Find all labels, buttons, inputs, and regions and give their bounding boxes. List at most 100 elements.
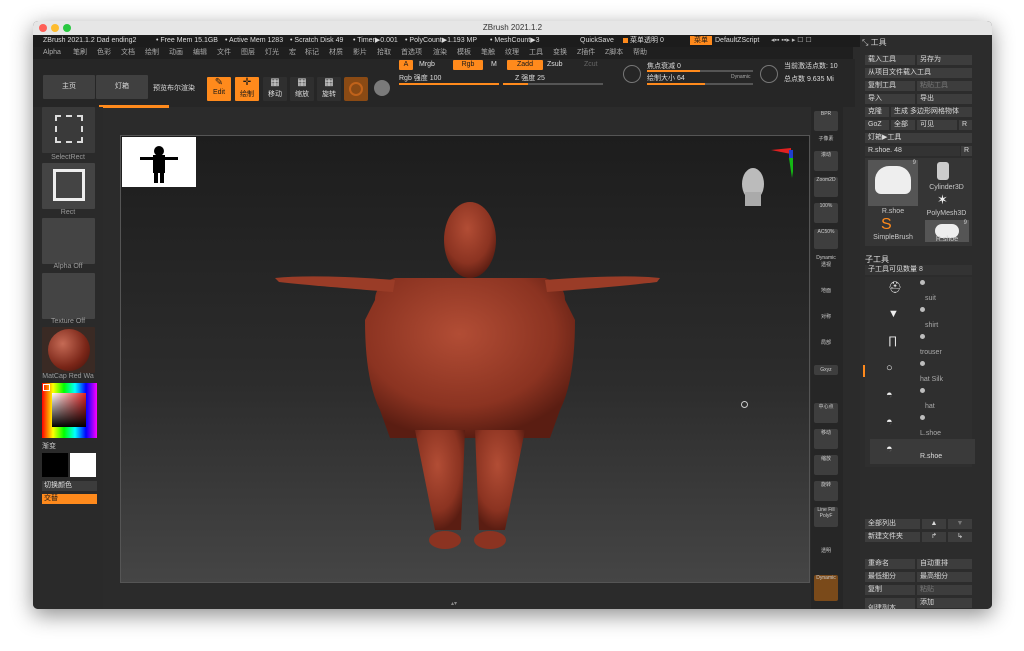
minimize-window-button[interactable]	[51, 24, 59, 32]
menu-movie-anim[interactable]: 动画	[169, 47, 183, 59]
menu-tool[interactable]: 工具	[529, 47, 543, 59]
save-as-button[interactable]: 另存为	[917, 55, 972, 65]
dynamic-toggle[interactable]: Dynamic	[731, 74, 750, 80]
rotate-view-button[interactable]: 旋转	[814, 481, 838, 501]
all-button[interactable]: 全部	[891, 120, 915, 130]
arrow-down-icon[interactable]: ↳	[948, 532, 972, 542]
menu-transform[interactable]: 变换	[553, 47, 567, 59]
r2-button[interactable]: R	[961, 146, 972, 156]
simplebrush-icon[interactable]: S	[881, 216, 892, 234]
eye-icon[interactable]	[920, 280, 925, 285]
character-model[interactable]	[275, 200, 665, 552]
append-button[interactable]: 添加	[917, 598, 972, 608]
move-button[interactable]: ▦ 移动	[263, 77, 287, 101]
move-down-icon[interactable]: ▼	[948, 519, 972, 529]
rgb-intensity-slider[interactable]: Rgb 强度 100	[399, 73, 441, 83]
alternate-button[interactable]: 交替	[42, 494, 97, 504]
select-rect-thumb[interactable]	[42, 107, 95, 153]
auto-reorder-button[interactable]: 自动重排	[917, 559, 972, 569]
quicksave-button[interactable]: QuickSave	[580, 35, 614, 47]
s-icon[interactable]	[623, 65, 641, 83]
menu-stencil[interactable]: 模板	[457, 47, 471, 59]
current-tool-slider[interactable]: R.shoe. 48	[865, 146, 960, 156]
list-all-button[interactable]: 全部列出	[865, 519, 920, 529]
menu-color[interactable]: 色彩	[97, 47, 111, 59]
polymesh-star-icon[interactable]: ✶	[937, 192, 948, 208]
eye-icon[interactable]	[920, 307, 925, 312]
menu-render[interactable]: 渲染	[433, 47, 447, 59]
menu-help[interactable]: 帮助	[633, 47, 647, 59]
menu-layer[interactable]: 图层	[241, 47, 255, 59]
m-button[interactable]: M	[491, 61, 497, 68]
goz-button[interactable]: GoZ	[865, 120, 889, 130]
color-picker-square[interactable]	[52, 393, 86, 427]
rgb-button[interactable]: Rgb	[453, 60, 483, 70]
visible-button[interactable]: 可见	[917, 120, 957, 130]
edit-button[interactable]: ✎ Edit	[207, 77, 231, 101]
zoom2d-button[interactable]: Zoom2D	[814, 177, 838, 197]
load-tool-button[interactable]: 载入工具	[865, 55, 915, 65]
d-icon[interactable]	[760, 65, 778, 83]
r-button[interactable]: R	[959, 120, 972, 130]
rgb-intensity-track[interactable]	[399, 83, 499, 85]
paste-button[interactable]: 粘贴	[917, 585, 972, 595]
cylinder-icon[interactable]	[937, 162, 949, 180]
menu-draw[interactable]: 绘制	[145, 47, 159, 59]
secondary-color-swatch[interactable]	[70, 453, 96, 477]
orientation-head-icon[interactable]	[733, 148, 793, 214]
arrow-up-icon[interactable]: ↱	[922, 532, 946, 542]
floor-button[interactable]: 地面	[814, 287, 838, 307]
clone-button[interactable]: 克隆	[865, 107, 889, 117]
new-folder-button[interactable]: 新建文件夹	[865, 532, 920, 542]
copy-tool-button[interactable]: 复制工具	[865, 81, 915, 91]
eye-icon[interactable]	[920, 388, 925, 393]
menu-file[interactable]: 文件	[217, 47, 231, 59]
local-button[interactable]: 局部	[814, 339, 838, 359]
bottom-handle[interactable]: ▴▾	[418, 601, 490, 607]
eye-icon[interactable]	[920, 415, 925, 420]
default-zscript-button[interactable]: DefaultZScript	[715, 35, 759, 47]
menu-marker[interactable]: 标记	[305, 47, 319, 59]
menu-zscript[interactable]: Z脚本	[605, 47, 623, 59]
menu-transparency-slider[interactable]: 菜单透明 0	[630, 35, 664, 47]
eye-icon[interactable]	[920, 361, 925, 366]
subtool-scroll-indicator[interactable]	[863, 365, 865, 377]
yin-yang-icon[interactable]	[374, 80, 390, 96]
menu-macro[interactable]: 宏	[289, 47, 296, 59]
menu-preferences[interactable]: 首选项	[401, 47, 422, 59]
half-size-button[interactable]: AC50%	[814, 229, 838, 249]
preview-boolean-button[interactable]: 预览布尔渲染	[153, 83, 195, 93]
menu-brush[interactable]: 笔刷	[73, 47, 87, 59]
rename-button[interactable]: 重命名	[865, 559, 915, 569]
eye-icon[interactable]	[920, 334, 925, 339]
zadd-button[interactable]: Zadd	[507, 60, 543, 70]
lightbox-tools-button[interactable]: 灯箱▶工具	[865, 133, 972, 143]
document-canvas[interactable]	[120, 135, 810, 583]
zoom-window-button[interactable]	[63, 24, 71, 32]
focal-shift-track[interactable]	[647, 70, 753, 72]
menu-picker[interactable]: 拾取	[377, 47, 391, 59]
duplicate-button[interactable]: 创建副本	[865, 598, 915, 609]
bpr-button[interactable]: BPR	[814, 111, 838, 131]
subpixel-button[interactable]: 子像素	[814, 135, 838, 145]
import-button[interactable]: 导入	[865, 94, 915, 104]
gxyz-button[interactable]: Gxyz	[814, 365, 838, 375]
z-intensity-slider[interactable]: Z 强度 25	[515, 73, 545, 83]
menu-light[interactable]: 灯光	[265, 47, 279, 59]
menu-texture[interactable]: 纹理	[505, 47, 519, 59]
z-intensity-track[interactable]	[503, 83, 603, 85]
subtool-row[interactable]: ⛑ suit	[870, 277, 975, 302]
color-picker[interactable]	[42, 383, 97, 438]
material-swatch[interactable]	[344, 77, 368, 101]
subtool-row[interactable]: ◓ L.shoe	[870, 412, 975, 437]
scroll-button[interactable]: 滚动	[814, 151, 838, 171]
tool-thumb-rshoe[interactable]: 9	[868, 160, 918, 206]
mrgb-button[interactable]: Mrgb	[419, 61, 435, 68]
rect-thumb[interactable]	[42, 163, 95, 209]
alpha-thumb[interactable]	[42, 218, 95, 264]
menu-material[interactable]: 材质	[329, 47, 343, 59]
center-point-button[interactable]: 中心点	[814, 403, 838, 423]
subtool-header[interactable]: 子工具	[865, 254, 889, 265]
perspective-button[interactable]: Dynamic 透视	[814, 255, 838, 275]
export-button[interactable]: 导出	[917, 94, 972, 104]
